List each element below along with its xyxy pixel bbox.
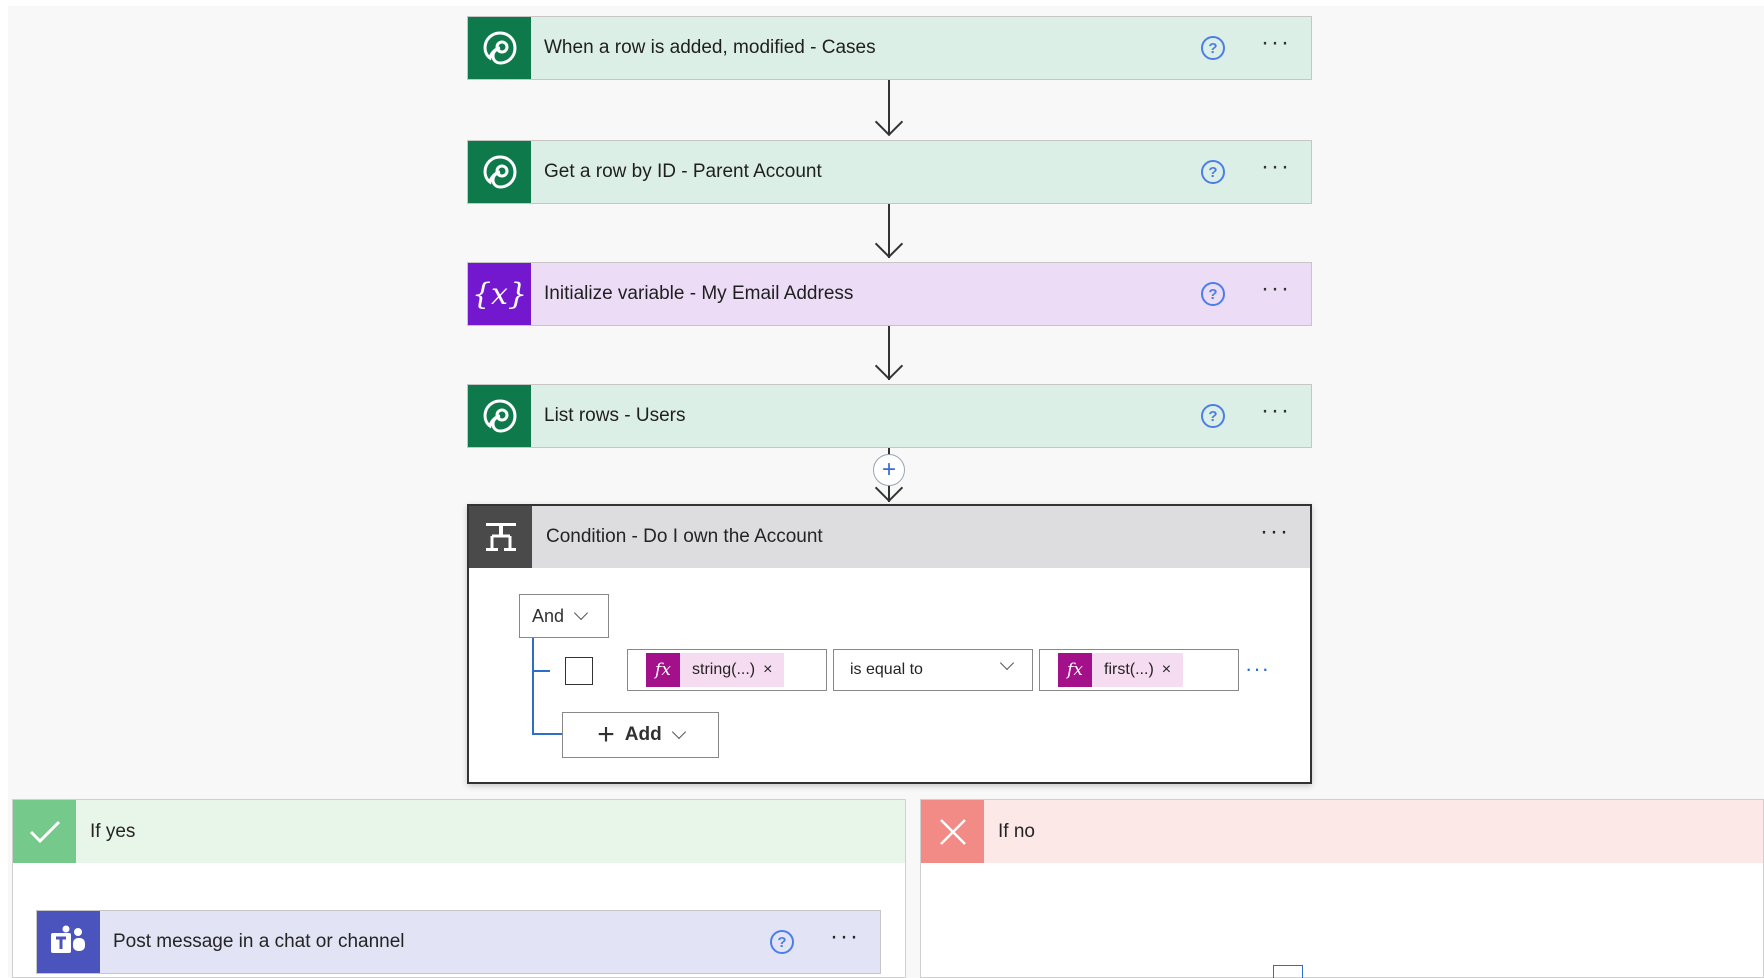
fx-icon: fx [646, 653, 680, 687]
remove-token-icon[interactable]: × [1162, 661, 1183, 679]
token-label: first(...) [1104, 661, 1154, 678]
help-icon[interactable]: ? [1201, 160, 1226, 184]
row-checkbox[interactable] [565, 657, 593, 685]
add-condition-button[interactable]: + Add [562, 712, 719, 758]
more-options-icon[interactable]: ··· [1261, 277, 1291, 311]
step-title: Get a row by ID - Parent Account [544, 161, 822, 182]
remove-token-icon[interactable]: × [763, 661, 784, 679]
token-label: string(...) [692, 661, 756, 678]
list-rows-card[interactable]: List rows - Users ? ··· [467, 384, 1312, 448]
more-options-icon[interactable]: ··· [1261, 31, 1291, 65]
step-title: List rows - Users [544, 405, 686, 426]
close-icon [921, 800, 984, 863]
variable-icon: {x} [468, 263, 531, 325]
condition-card[interactable]: Condition - Do I own the Account ··· And… [467, 504, 1312, 784]
chevron-down-icon [573, 605, 589, 621]
step-title: When a row is added, modified - Cases [544, 37, 876, 58]
if-yes-branch: If yes Post message in a chat or channel… [12, 799, 906, 978]
post-message-card[interactable]: Post message in a chat or channel ? ··· [36, 910, 881, 974]
group-operator-value: And [532, 605, 565, 626]
if-no-header[interactable]: If no [921, 800, 1763, 863]
add-label: Add [624, 724, 662, 745]
comparison-operator-dropdown[interactable]: is equal to [833, 649, 1033, 691]
if-no-branch: If no [920, 799, 1764, 978]
initialize-variable-card[interactable]: {x} Initialize variable - My Email Addre… [467, 262, 1312, 326]
step-title: Initialize variable - My Email Address [544, 283, 854, 304]
if-no-label: If no [998, 820, 1035, 842]
step-title: Post message in a chat or channel [113, 931, 405, 952]
expression-token[interactable]: fx first(...) × [1058, 653, 1184, 687]
get-row-card[interactable]: Get a row by ID - Parent Account ? ··· [467, 140, 1312, 204]
row-more-options-icon[interactable]: ··· [1245, 656, 1270, 682]
condition-title: Condition - Do I own the Account [546, 526, 823, 547]
more-options-icon[interactable]: ··· [1260, 518, 1290, 556]
teams-icon [37, 911, 100, 973]
dataverse-icon [468, 141, 531, 203]
help-icon[interactable]: ? [770, 930, 795, 954]
dataverse-icon [468, 17, 531, 79]
dataverse-icon [468, 385, 531, 447]
tree-line [532, 670, 550, 672]
right-operand-field[interactable]: fx first(...) × [1039, 649, 1239, 691]
more-options-icon[interactable]: ··· [1261, 399, 1291, 433]
tree-line [532, 733, 562, 735]
condition-icon [469, 506, 532, 568]
add-action-button[interactable] [1273, 965, 1303, 978]
more-options-icon[interactable]: ··· [830, 923, 860, 961]
tree-line [532, 638, 534, 734]
checkmark-icon [13, 800, 76, 863]
chevron-down-icon [999, 655, 1015, 671]
expression-token[interactable]: fx string(...) × [646, 653, 785, 687]
insert-step-button[interactable]: + [873, 454, 905, 486]
help-icon[interactable]: ? [1201, 36, 1226, 60]
chevron-down-icon [671, 724, 686, 740]
plus-icon: + [597, 718, 615, 751]
help-icon[interactable]: ? [1201, 404, 1226, 428]
help-icon[interactable]: ? [1201, 282, 1226, 306]
condition-header[interactable]: Condition - Do I own the Account ··· [469, 506, 1310, 568]
group-operator-dropdown[interactable]: And [519, 594, 609, 638]
fx-icon: fx [1058, 653, 1092, 687]
left-operand-field[interactable]: fx string(...) × [627, 649, 827, 691]
operator-value: is equal to [850, 661, 923, 678]
if-yes-header[interactable]: If yes [13, 800, 905, 863]
more-options-icon[interactable]: ··· [1261, 155, 1291, 189]
if-yes-label: If yes [90, 820, 136, 842]
trigger-card[interactable]: When a row is added, modified - Cases ? … [467, 16, 1312, 80]
